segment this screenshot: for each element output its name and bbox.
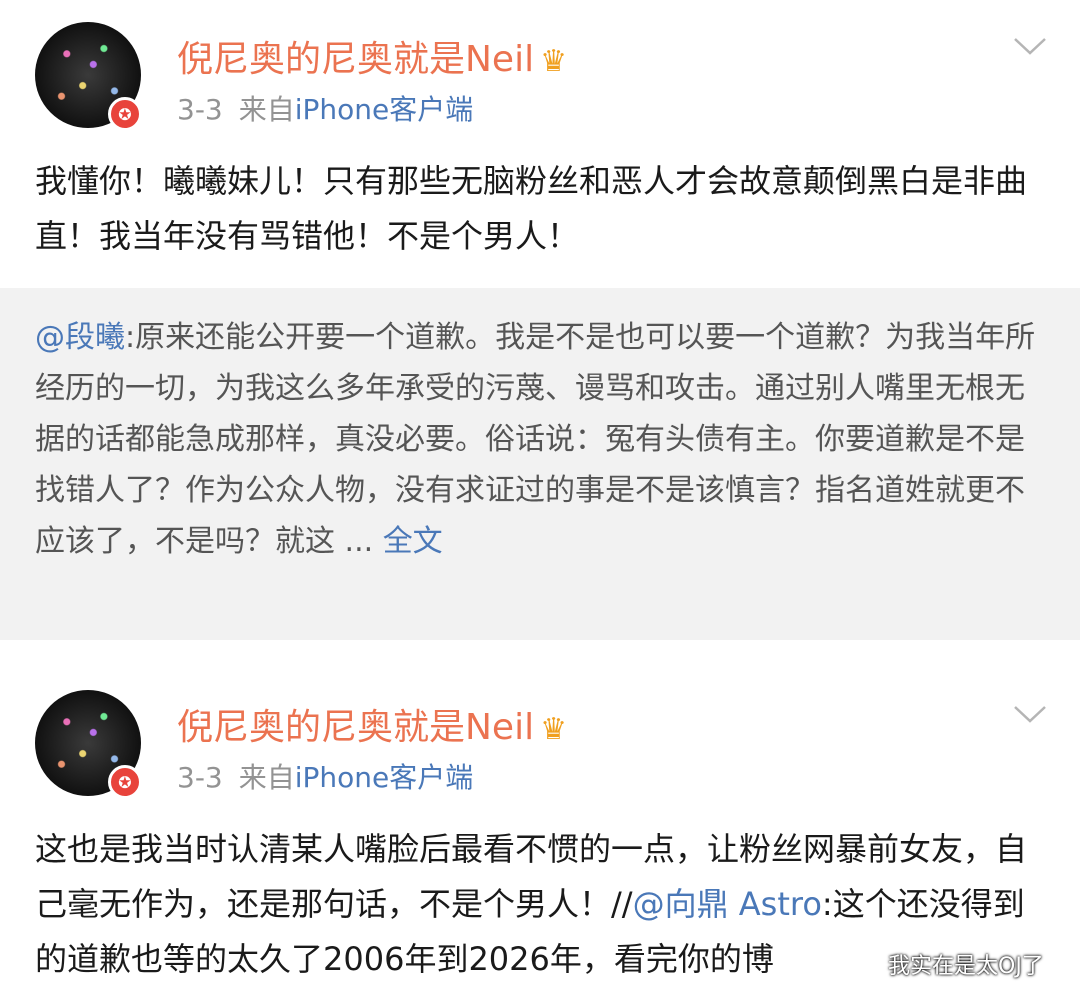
quote-mention[interactable]: @段曦 — [35, 320, 125, 355]
crown-icon: ♛ — [540, 712, 567, 747]
chevron-down-icon[interactable] — [1012, 36, 1048, 56]
post-meta: 3-3 来自iPhone客户端 — [177, 756, 473, 796]
post-date: 3-3 — [177, 93, 223, 126]
chevron-down-icon[interactable] — [1012, 704, 1048, 724]
verified-badge-icon: ✪ — [108, 97, 142, 131]
post-1: ✪ 倪尼奥的尼奥就是Neil ♛ 3-3 来自iPhone客户端 我懂你！曦曦妹儿！… — [0, 0, 1080, 288]
post-meta: 3-3 来自iPhone客户端 — [177, 88, 473, 128]
post-date: 3-3 — [177, 761, 223, 794]
crown-icon: ♛ — [540, 44, 567, 79]
post-2: ✪ 倪尼奥的尼奥就是Neil ♛ 3-3 来自iPhone客户端 这也是我当时认清某… — [0, 668, 1080, 990]
full-text-link[interactable]: 全文 — [383, 524, 443, 559]
username[interactable]: 倪尼奥的尼奥就是Neil ♛ — [177, 30, 567, 82]
post-source[interactable]: iPhone客户端 — [295, 93, 474, 126]
verified-badge-icon: ✪ — [108, 765, 142, 799]
username[interactable]: 倪尼奥的尼奥就是Neil ♛ — [177, 698, 567, 750]
quoted-post-text: @段曦:原来还能公开要一个道歉。我是不是也可以要一个道歉？为我当年所经历的一切，… — [35, 312, 1045, 567]
username-text[interactable]: 倪尼奥的尼奥就是Neil — [177, 39, 534, 80]
source-prefix: 来自 — [238, 761, 295, 794]
post-text: 我懂你！曦曦妹儿！只有那些无脑粉丝和恶人才会故意颠倒黑白是非曲直！我当年没有骂错… — [35, 162, 1028, 255]
quote-body: :原来还能公开要一个道歉。我是不是也可以要一个道歉？为我当年所经历的一切，为我这… — [35, 320, 1036, 559]
post-mention[interactable]: @向鼎 Astro — [633, 885, 822, 923]
post-source[interactable]: iPhone客户端 — [295, 761, 474, 794]
watermark: 我实在是太OJ了 — [888, 954, 1044, 979]
username-text[interactable]: 倪尼奥的尼奥就是Neil — [177, 707, 534, 748]
quoted-post[interactable]: @段曦:原来还能公开要一个道歉。我是不是也可以要一个道歉？为我当年所经历的一切，… — [0, 288, 1080, 640]
source-prefix: 来自 — [238, 93, 295, 126]
